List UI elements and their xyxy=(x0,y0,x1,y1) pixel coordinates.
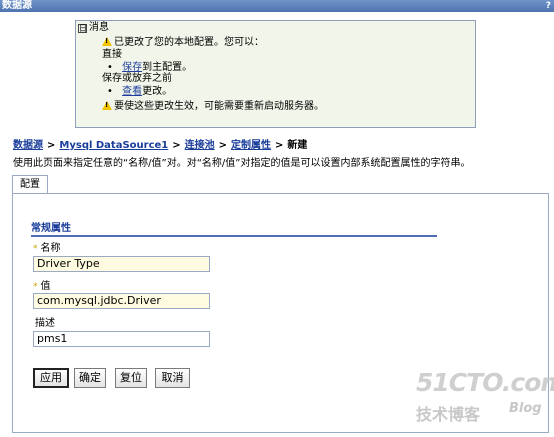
breadcrumb-separator: > xyxy=(275,140,284,151)
review-link[interactable]: 查看 xyxy=(122,86,142,97)
apply-button[interactable]: 应用 xyxy=(33,368,69,388)
breadcrumb-datasource[interactable]: 数据源 xyxy=(13,140,43,151)
watermark-brand: 51CTO.com xyxy=(416,368,554,397)
message-review-item: 查看更改。 xyxy=(107,86,172,98)
save-rest-text: 到主配置。 xyxy=(142,62,193,73)
message-direct: 直接 xyxy=(102,49,122,60)
watermark-blog: Blog xyxy=(509,401,542,416)
required-marker: * xyxy=(33,282,38,292)
help-icon[interactable]: ? xyxy=(546,0,551,12)
required-marker: * xyxy=(33,244,38,254)
reset-button[interactable]: 复位 xyxy=(115,368,147,388)
warning-icon xyxy=(102,37,112,46)
breadcrumb-mysql-datasource[interactable]: Mysql DataSource1 xyxy=(59,140,168,151)
watermark-sub: 技术博客 xyxy=(416,405,481,424)
name-label: * 名称 xyxy=(33,243,61,255)
breadcrumb: 数据源 > Mysql DataSource1 > 连接池 > 定制属性 > 新建 xyxy=(13,139,307,152)
section-general-properties: 常规属性 xyxy=(31,222,437,237)
value-label: * 值 xyxy=(33,281,51,293)
message-save-or-discard: 保存或放弃之前 xyxy=(102,73,172,84)
breadcrumb-separator: > xyxy=(218,140,228,151)
value-label-text: 值 xyxy=(40,281,51,292)
tab-config[interactable]: 配置 xyxy=(12,175,48,193)
name-label-text: 名称 xyxy=(40,243,61,254)
message-restart-text: 要使这些更改生效，可能需要重新启动服务器。 xyxy=(114,101,324,112)
value-field[interactable]: com.mysql.jdbc.Driver xyxy=(33,293,210,309)
name-field[interactable]: Driver Type xyxy=(33,256,210,272)
breadcrumb-separator: > xyxy=(47,140,56,151)
message-header[interactable]: 日消息 xyxy=(78,22,109,34)
breadcrumb-custom-properties[interactable]: 定制属性 xyxy=(231,140,271,151)
watermark-logo: 51CTO.com 技术博客 Blog xyxy=(404,368,554,428)
collapse-toggle-icon[interactable]: 日 xyxy=(78,24,87,33)
breadcrumb-separator: > xyxy=(172,140,181,151)
message-restart: 要使这些更改生效，可能需要重新启动服务器。 xyxy=(102,101,324,113)
description-label: 描述 xyxy=(35,318,55,329)
breadcrumb-current: 新建 xyxy=(287,140,308,151)
breadcrumb-connection-pool[interactable]: 连接池 xyxy=(185,140,215,151)
message-panel: 日消息 已更改了您的本地配置。您可以： 直接 保存到主配置。 保存或放弃之前 查… xyxy=(75,20,476,128)
window-title: 数据源 xyxy=(2,0,32,11)
message-header-label: 消息 xyxy=(89,22,109,33)
save-link[interactable]: 保存 xyxy=(122,62,142,73)
window-title-bar: 数据源 ? xyxy=(0,0,554,12)
message-changed: 已更改了您的本地配置。您可以： xyxy=(102,37,264,49)
description-field[interactable]: pms1 xyxy=(33,331,210,347)
page-description: 使用此页面来指定任意的“名称/值”对。对“名称/值”对指定的值是可以设置内部系统… xyxy=(13,158,471,169)
ok-button[interactable]: 确定 xyxy=(74,368,106,388)
cancel-button[interactable]: 取消 xyxy=(155,368,190,388)
message-changed-text: 已更改了您的本地配置。您可以： xyxy=(114,37,264,48)
review-rest-text: 更改。 xyxy=(142,86,173,97)
warning-icon xyxy=(102,101,112,110)
